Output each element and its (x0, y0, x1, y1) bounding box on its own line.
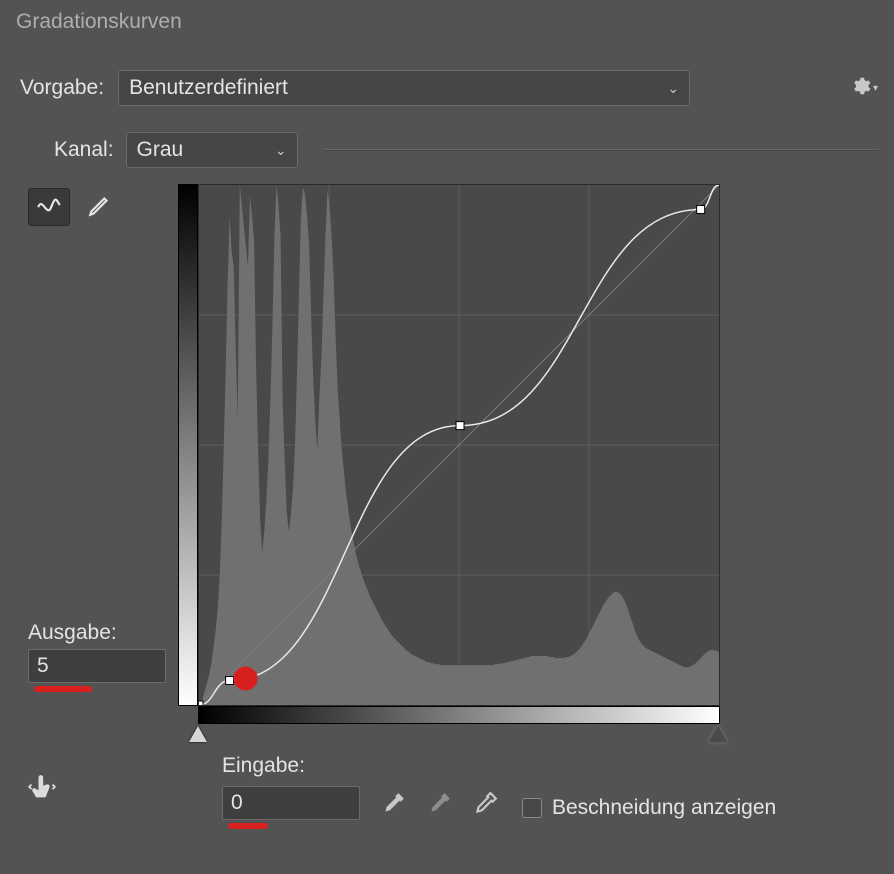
pencil-tool-button[interactable] (80, 189, 120, 225)
input-field[interactable] (222, 786, 360, 820)
preset-select[interactable]: Benutzerdefiniert ⌄ (118, 70, 690, 106)
eyedropper-icon (380, 805, 406, 822)
preset-value: Benutzerdefiniert (129, 76, 288, 100)
curves-plot[interactable] (198, 184, 720, 706)
gear-icon (849, 75, 871, 102)
channel-select[interactable]: Grau ⌄ (126, 132, 298, 168)
annotation-mark (34, 686, 92, 692)
output-label: Ausgabe: (28, 621, 168, 645)
annotation-mark (228, 823, 268, 829)
preset-menu-button[interactable]: ▾ (849, 75, 878, 102)
checkbox-box (522, 798, 542, 818)
panel-title: Gradationskurven (0, 0, 894, 40)
channel-label: Kanal: (54, 138, 114, 162)
curve-icon (36, 192, 62, 223)
white-point-eyedropper[interactable] (472, 792, 498, 823)
input-gradient-bar (198, 706, 720, 724)
pencil-icon (87, 192, 113, 223)
finger-drag-icon (28, 789, 56, 806)
chevron-down-icon: ⌄ (667, 80, 679, 97)
gray-point-eyedropper[interactable] (426, 792, 452, 823)
eyedropper-icon (472, 805, 498, 822)
caret-icon: ▾ (873, 83, 878, 94)
output-gradient-bar (178, 184, 198, 706)
curve-tool-button[interactable] (28, 188, 70, 226)
input-label: Eingabe: (222, 754, 776, 778)
black-point-eyedropper[interactable] (380, 792, 406, 823)
channel-value: Grau (137, 138, 184, 162)
chevron-down-icon: ⌄ (275, 142, 287, 159)
preset-label: Vorgabe: (20, 76, 104, 100)
black-point-handle[interactable] (189, 726, 207, 742)
show-clipping-checkbox[interactable]: Beschneidung anzeigen (522, 796, 776, 820)
output-field[interactable] (28, 649, 166, 683)
white-point-handle[interactable] (709, 726, 727, 742)
show-clipping-label: Beschneidung anzeigen (552, 796, 776, 820)
input-range-slider[interactable] (198, 726, 718, 748)
divider (324, 149, 878, 151)
targeted-adjust-button[interactable] (28, 774, 56, 807)
eyedropper-icon (426, 805, 452, 822)
